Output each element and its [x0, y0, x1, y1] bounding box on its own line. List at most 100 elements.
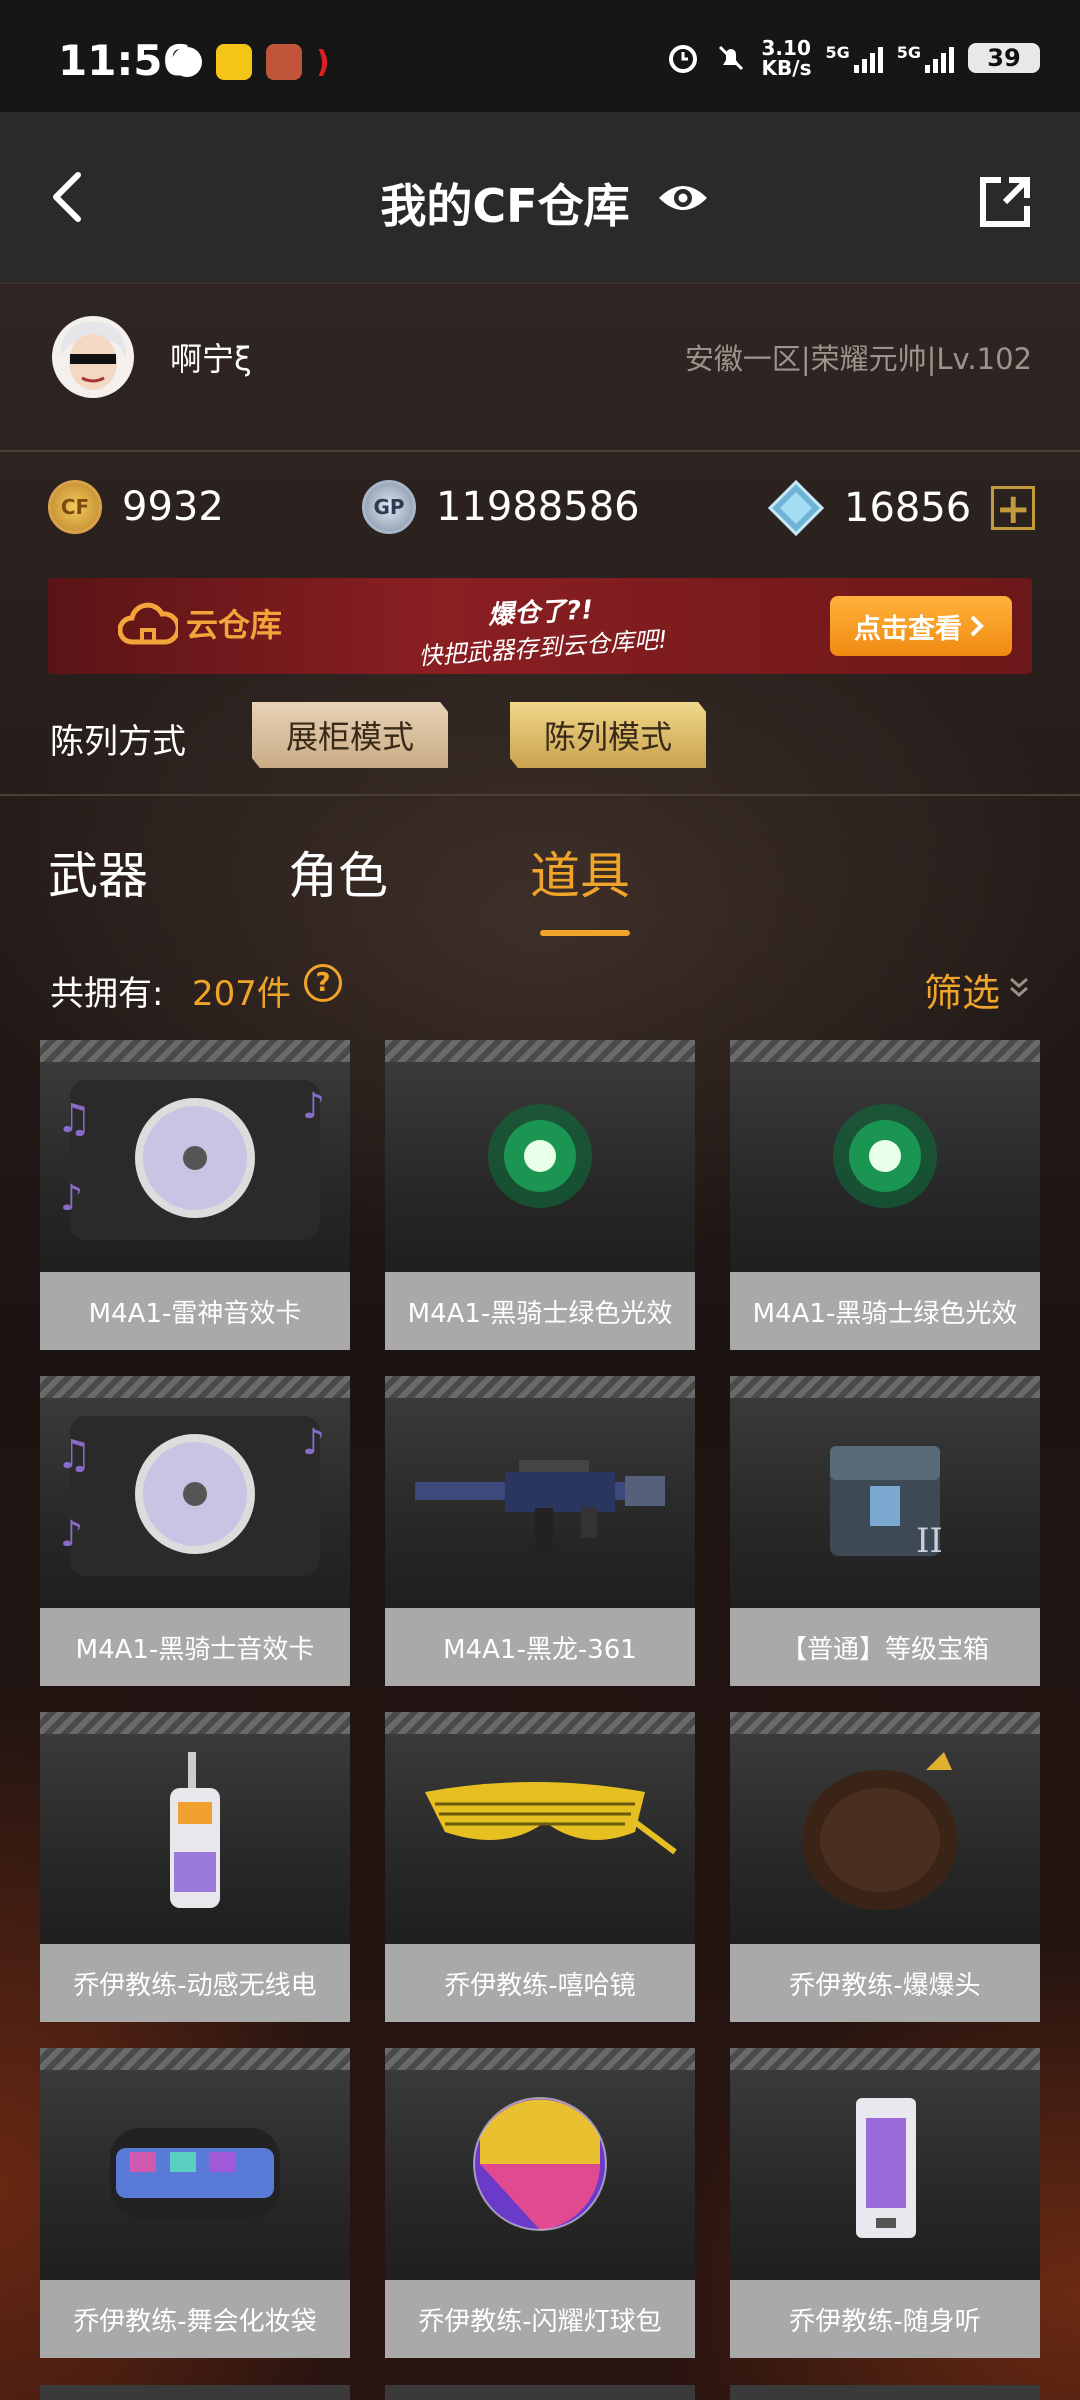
svg-text:♪: ♪ — [302, 1086, 325, 1127]
currency-row: CF 9932 GP 11988586 16856 + — [0, 480, 1080, 550]
tab-characters[interactable]: 角色 — [288, 836, 388, 908]
item-name: 乔伊教练-闪耀灯球包 — [385, 2280, 695, 2358]
item-card[interactable]: II 【普通】等级宝箱 — [730, 1376, 1040, 1686]
top-nav-bar: 我的CF仓库 — [0, 112, 1080, 284]
cassette-icon — [856, 2098, 916, 2238]
item-image — [730, 1040, 1040, 1272]
item-card[interactable]: 乔伊教练-舞会化妆袋 — [40, 2048, 350, 2358]
sim1-label: 5G — [825, 43, 850, 62]
item-name: 乔伊教练-嘻哈镜 — [385, 1944, 695, 2022]
partial-item-card — [385, 2385, 695, 2400]
cloud-storage-banner[interactable]: 云仓库 爆仓了?! 快把武器存到云仓库吧! 点击查看 — [48, 578, 1032, 674]
filter-button[interactable]: 筛选 — [924, 962, 1000, 1017]
svg-text:♪: ♪ — [302, 1422, 325, 1463]
cf-points: CF 9932 — [48, 480, 224, 534]
chevron-right-icon — [970, 615, 984, 637]
diamond-icon — [768, 480, 824, 536]
item-image — [40, 2048, 350, 2280]
count-label: 共拥有: — [50, 974, 164, 1014]
item-name: 乔伊教练-舞会化妆袋 — [40, 2280, 350, 2358]
item-card[interactable]: M4A1-黑骑士绿色光效 — [730, 1040, 1040, 1350]
green-glow-icon — [488, 1104, 592, 1208]
item-card[interactable]: 乔伊教练-爆爆头 — [730, 1712, 1040, 2022]
cloud-storage-label: 云仓库 — [186, 606, 283, 644]
item-card[interactable]: M4A1-黑龙-361 — [385, 1376, 695, 1686]
item-name: 【普通】等级宝箱 — [730, 1608, 1040, 1686]
item-name: 乔伊教练-动感无线电 — [40, 1944, 350, 2022]
share-icon[interactable] — [975, 172, 1035, 232]
app-notification-icon — [172, 47, 202, 77]
walkie-talkie-icon — [170, 1752, 220, 1908]
treasure-chest-icon: II — [830, 1446, 943, 1561]
music-disc-icon: ♫ ♪ ♪ — [56, 1080, 325, 1240]
view-now-label: 点击查看 — [854, 613, 962, 645]
disco-ball-icon — [473, 2097, 607, 2231]
item-card[interactable]: M4A1-黑骑士绿色光效 — [385, 1040, 695, 1350]
banner-subline: 快把武器存到云仓库吧! — [417, 625, 669, 671]
item-name: M4A1-雷神音效卡 — [40, 1272, 350, 1350]
music-disc-icon: ♫ ♪ ♪ — [56, 1416, 325, 1576]
item-name: M4A1-黑龙-361 — [385, 1608, 695, 1686]
item-image — [385, 1040, 695, 1272]
cloud-home-icon — [118, 602, 178, 645]
item-image: ♫ ♪ ♪ — [40, 1040, 350, 1272]
partial-item-card — [730, 2385, 1040, 2400]
avatar-image — [60, 321, 126, 390]
diamond-points: 16856 + — [768, 480, 1036, 536]
green-glow-icon — [833, 1104, 937, 1208]
eye-icon[interactable] — [655, 178, 711, 218]
chat-app-icon — [216, 44, 252, 80]
cabinet-mode-button[interactable]: 展柜模式 — [252, 702, 448, 768]
cf-coin-icon: CF — [48, 480, 102, 534]
tab-items[interactable]: 道具 — [530, 836, 630, 908]
status-bar: 11:56 ) 3.10 KB/s 5G 5G 39 — [0, 0, 1080, 112]
count-value: 207件 — [192, 974, 291, 1014]
item-image — [385, 1376, 695, 1608]
view-now-button[interactable]: 点击查看 — [830, 596, 1012, 656]
net-speed-unit: KB/s — [761, 56, 812, 80]
svg-text:♫: ♫ — [56, 1096, 92, 1142]
item-card[interactable]: ♫ ♪ ♪ M4A1-黑骑士音效卡 — [40, 1376, 350, 1686]
cf-points-value: 9932 — [122, 484, 224, 530]
gp-value: 11988586 — [436, 484, 640, 530]
gp-points: GP 11988586 — [362, 480, 640, 534]
signal-sim2: 5G — [897, 43, 954, 73]
sim2-label: 5G — [896, 43, 921, 62]
item-card[interactable]: 乔伊教练-嘻哈镜 — [385, 1712, 695, 2022]
inventory-count-row: 共拥有: 207件 ? 筛选 — [0, 960, 1080, 1020]
tab-weapons[interactable]: 武器 — [48, 836, 148, 908]
chevron-down-icon[interactable] — [1006, 974, 1032, 1000]
item-image — [385, 2048, 695, 2280]
signal-bars-icon — [925, 43, 954, 73]
item-image: ♫ ♪ ♪ — [40, 1376, 350, 1608]
net-speed: 3.10 KB/s — [762, 38, 812, 78]
item-name: M4A1-黑骑士音效卡 — [40, 1608, 350, 1686]
diamond-value: 16856 — [844, 485, 972, 531]
item-card[interactable]: 乔伊教练-闪耀灯球包 — [385, 2048, 695, 2358]
item-card[interactable]: ♫ ♪ ♪ M4A1-雷神音效卡 — [40, 1040, 350, 1350]
item-name: 乔伊教练-爆爆头 — [730, 1944, 1040, 2022]
rifle-icon — [415, 1460, 665, 1552]
svg-text:II: II — [916, 1521, 943, 1561]
category-tabs: 武器 角色 道具 — [0, 830, 1080, 950]
page-title: 我的CF仓库 — [380, 179, 630, 233]
item-name: 乔伊教练-随身听 — [730, 2280, 1040, 2358]
afro-wig-icon — [802, 1752, 958, 1910]
alarm-icon — [668, 45, 697, 73]
display-mode-label: 陈列方式 — [50, 722, 186, 762]
item-card[interactable]: 乔伊教练-随身听 — [730, 2048, 1040, 2358]
item-card[interactable]: 乔伊教练-动感无线电 — [40, 1712, 350, 2022]
item-image — [730, 2048, 1040, 2280]
status-right: 3.10 KB/s 5G 5G 39 — [666, 38, 1040, 78]
mute-icon — [718, 45, 743, 71]
item-image — [730, 1712, 1040, 1944]
list-mode-button[interactable]: 陈列模式 — [510, 702, 706, 768]
add-diamonds-button[interactable]: + — [991, 486, 1036, 530]
signal-bars-icon — [853, 43, 883, 73]
section-divider — [0, 794, 1080, 796]
item-image — [385, 1712, 695, 1944]
cloud-storage-logo: 云仓库 — [118, 598, 282, 648]
avatar[interactable] — [52, 316, 134, 398]
help-icon[interactable]: ? — [304, 964, 342, 1002]
swirl-icon: ) — [316, 44, 330, 80]
